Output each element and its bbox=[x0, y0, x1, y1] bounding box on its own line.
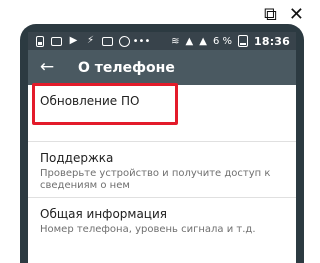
square-icon-2 bbox=[102, 36, 113, 47]
square-icon bbox=[51, 36, 62, 47]
list-item-title: Обновление ПО bbox=[40, 94, 140, 108]
list-item-title: Поддержка bbox=[40, 151, 114, 165]
app-bar: ← О телефоне bbox=[28, 50, 296, 85]
page-title: О телефоне bbox=[78, 59, 175, 76]
battery-mini-icon bbox=[34, 35, 45, 47]
circle-icon bbox=[119, 35, 130, 47]
battery-icon bbox=[237, 35, 248, 47]
status-left: ▶ ⚡ ••• bbox=[34, 35, 151, 47]
list-item-update[interactable]: Обновление ПО bbox=[28, 83, 296, 141]
list-item-general-info[interactable]: Общая информация Номер телефона, уровень… bbox=[28, 197, 296, 253]
battery-percent: 6 % bbox=[212, 35, 232, 47]
status-time: 18:36 bbox=[253, 34, 290, 48]
charge-icon: ⚡ bbox=[86, 35, 95, 46]
close-icon[interactable]: ✕ bbox=[289, 6, 304, 24]
back-arrow-icon[interactable]: ← bbox=[38, 59, 56, 76]
screenshot-frame: ⧉ ✕ ▶ ⚡ ••• ≋ ▲ ▲ 6 % 18:36 ← О телефоне… bbox=[0, 0, 312, 263]
status-bar: ▶ ⚡ ••• ≋ ▲ ▲ 6 % 18:36 bbox=[28, 32, 296, 50]
status-right: ≋ ▲ ▲ 6 % 18:36 bbox=[171, 35, 290, 48]
wifi-icon: ≋ bbox=[171, 35, 180, 47]
signal-icon: ▲ bbox=[185, 35, 194, 47]
list-item-subtitle: Номер телефона, уровень сигнала и т.д. bbox=[40, 224, 256, 235]
external-controls: ⧉ ✕ bbox=[264, 6, 304, 24]
external-link-icon[interactable]: ⧉ bbox=[264, 6, 277, 24]
phone-screen: ▶ ⚡ ••• ≋ ▲ ▲ 6 % 18:36 ← О телефоне Обн… bbox=[28, 32, 296, 263]
list-item-support[interactable]: Поддержка Проверьте устройство и получит… bbox=[28, 141, 296, 197]
settings-list: Обновление ПО Поддержка Проверьте устрой… bbox=[28, 83, 296, 263]
signal-icon-2: ▲ bbox=[199, 35, 207, 47]
list-item-title: Общая информация bbox=[40, 207, 167, 221]
phone-frame: ▶ ⚡ ••• ≋ ▲ ▲ 6 % 18:36 ← О телефоне Обн… bbox=[20, 24, 304, 263]
more-icon: ••• bbox=[132, 35, 151, 47]
play-icon: ▶ bbox=[69, 35, 78, 46]
list-item-subtitle: Проверьте устройство и получите доступ к… bbox=[40, 168, 271, 191]
